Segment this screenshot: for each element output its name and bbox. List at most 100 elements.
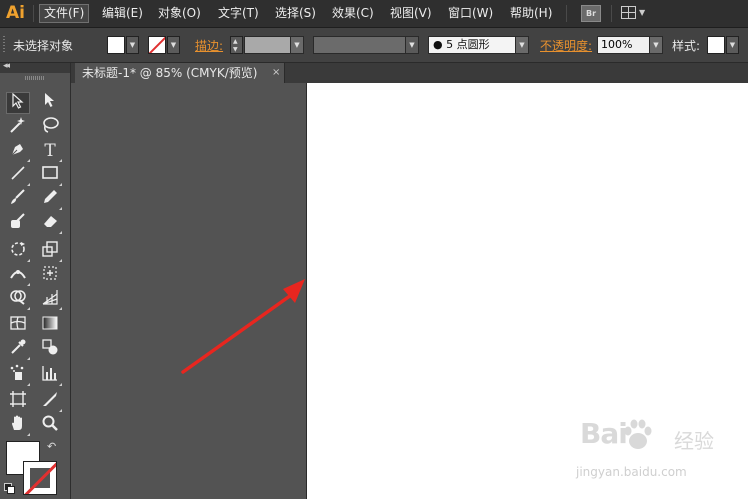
pencil-tool[interactable] [38,188,62,210]
gradient-tool[interactable] [38,314,62,336]
slice-tool[interactable] [38,390,62,412]
menu-object[interactable]: 对象(O) [154,4,205,23]
line-segment-tool[interactable] [6,164,30,186]
perspective-grid-icon [42,290,58,305]
document-tab[interactable]: 未标题-1* @ 85% (CMYK/预览) × [75,63,285,83]
brush-dot-icon: ● [433,38,443,51]
pen-icon [11,144,23,156]
panel-grip[interactable] [25,76,45,80]
column-graph-tool[interactable] [38,364,62,386]
variable-width-dropdown[interactable]: ▼ [405,36,419,54]
tool-flyout-indicator [59,383,62,386]
tool-flyout-indicator [27,357,30,360]
tool-flyout-indicator [59,183,62,186]
blob-brush-tool[interactable] [6,212,30,234]
menu-edit[interactable]: 编辑(E) [98,4,147,23]
menu-window[interactable]: 窗口(W) [444,4,497,23]
blend-tool[interactable] [38,338,62,360]
stroke-weight-input[interactable] [244,36,291,54]
line-icon [11,166,25,180]
opacity-input[interactable]: 100% [597,36,650,54]
tool-flyout-indicator [27,183,30,186]
mesh-tool[interactable] [6,314,30,336]
menu-bar: Ai 文件(F) 编辑(E) 对象(O) 文字(T) 选择(S) 效果(C) 视… [0,0,748,28]
eraser-icon [44,216,57,227]
blend-icon [42,339,58,355]
menu-view[interactable]: 视图(V) [386,4,436,23]
free-transform-tool[interactable] [38,264,62,286]
rotate-icon [11,242,25,256]
baidu-watermark: Bai 经验 jingyan.baidu.com [572,415,742,495]
fill-swatch[interactable] [107,36,125,54]
tools-panel-header: ◂◂ [0,61,70,73]
watermark-suffix: 经验 [674,429,714,453]
rectangle-tool[interactable] [38,164,62,186]
magic-wand-icon [10,117,25,133]
blob-brush-icon [11,213,25,228]
lasso-tool[interactable] [38,116,62,138]
scale-tool[interactable] [38,240,62,262]
menu-separator [566,5,567,22]
zoom-magnifier-icon [42,415,58,431]
tools-panel: ◂◂ T ↶ [0,61,71,499]
stroke-dropdown[interactable]: ▼ [167,36,180,54]
collapse-icon[interactable]: ◂◂ [3,61,10,71]
stroke-swatch[interactable] [148,36,166,54]
eraser-tool[interactable] [38,212,62,234]
selection-tool[interactable] [6,92,30,114]
gradient-icon [42,316,58,330]
pen-tool[interactable] [6,140,30,162]
opacity-dropdown[interactable]: ▼ [649,36,663,54]
stroke-weight-stepper[interactable]: ▲ ▼ [230,36,243,54]
menu-effect[interactable]: 效果(C) [328,4,378,23]
rotate-tool[interactable] [6,240,30,262]
tool-flyout-indicator [59,159,62,162]
stroke-color-box[interactable] [23,461,57,495]
menu-help[interactable]: 帮助(H) [506,4,556,23]
panel-grip[interactable] [3,36,5,54]
perspective-grid-tool[interactable] [38,288,62,310]
chevron-down-icon: ▼ [639,8,646,17]
stroke-weight-dropdown[interactable]: ▼ [290,36,304,54]
type-tool[interactable]: T [38,140,62,162]
magic-wand-tool[interactable] [6,116,30,138]
paintbrush-icon [11,189,25,204]
tool-flyout-indicator [27,259,30,262]
arrange-documents-button[interactable]: ▼ [621,5,649,22]
width-tool[interactable] [6,264,30,286]
fill-dropdown[interactable]: ▼ [126,36,139,54]
menu-type[interactable]: 文字(T) [214,4,263,23]
brush-definition[interactable]: ● 5 点圆形 [428,36,516,54]
bridge-button[interactable]: Br [581,5,601,22]
menu-select[interactable]: 选择(S) [271,4,320,23]
eyedropper-tool[interactable] [6,338,30,360]
swap-fill-stroke-icon[interactable]: ↶ [47,440,56,453]
tool-flyout-indicator [59,207,62,210]
brush-dropdown[interactable]: ▼ [515,36,529,54]
paintbrush-tool[interactable] [6,188,30,210]
chevron-down-icon: ▼ [233,46,238,53]
opacity-link[interactable]: 不透明度: [540,37,592,54]
document-tab-bar: 未标题-1* @ 85% (CMYK/预览) × [71,63,748,83]
menu-file[interactable]: 文件(F) [39,4,90,23]
shape-builder-tool[interactable] [6,288,30,310]
eyedropper-icon [11,339,26,354]
close-icon[interactable]: × [272,63,280,83]
graphic-style-swatch[interactable] [707,36,725,54]
style-label: 样式: [672,39,701,53]
hand-tool[interactable] [6,414,30,436]
menu-separator [33,5,34,22]
direct-selection-tool[interactable] [38,92,62,114]
free-transform-icon [43,266,57,280]
artboard-tool[interactable] [6,390,30,412]
tool-flyout-indicator [27,433,30,436]
graphic-style-dropdown[interactable]: ▼ [726,36,739,54]
zoom-tool[interactable] [38,414,62,436]
stroke-link[interactable]: 描边: [195,37,223,54]
default-fill-stroke-icon[interactable] [4,483,15,494]
variable-width-profile[interactable] [313,36,406,54]
tool-flyout-indicator [59,409,62,412]
symbol-sprayer-tool[interactable] [6,364,30,386]
menu-separator [611,5,612,22]
paw-icon [624,419,652,449]
